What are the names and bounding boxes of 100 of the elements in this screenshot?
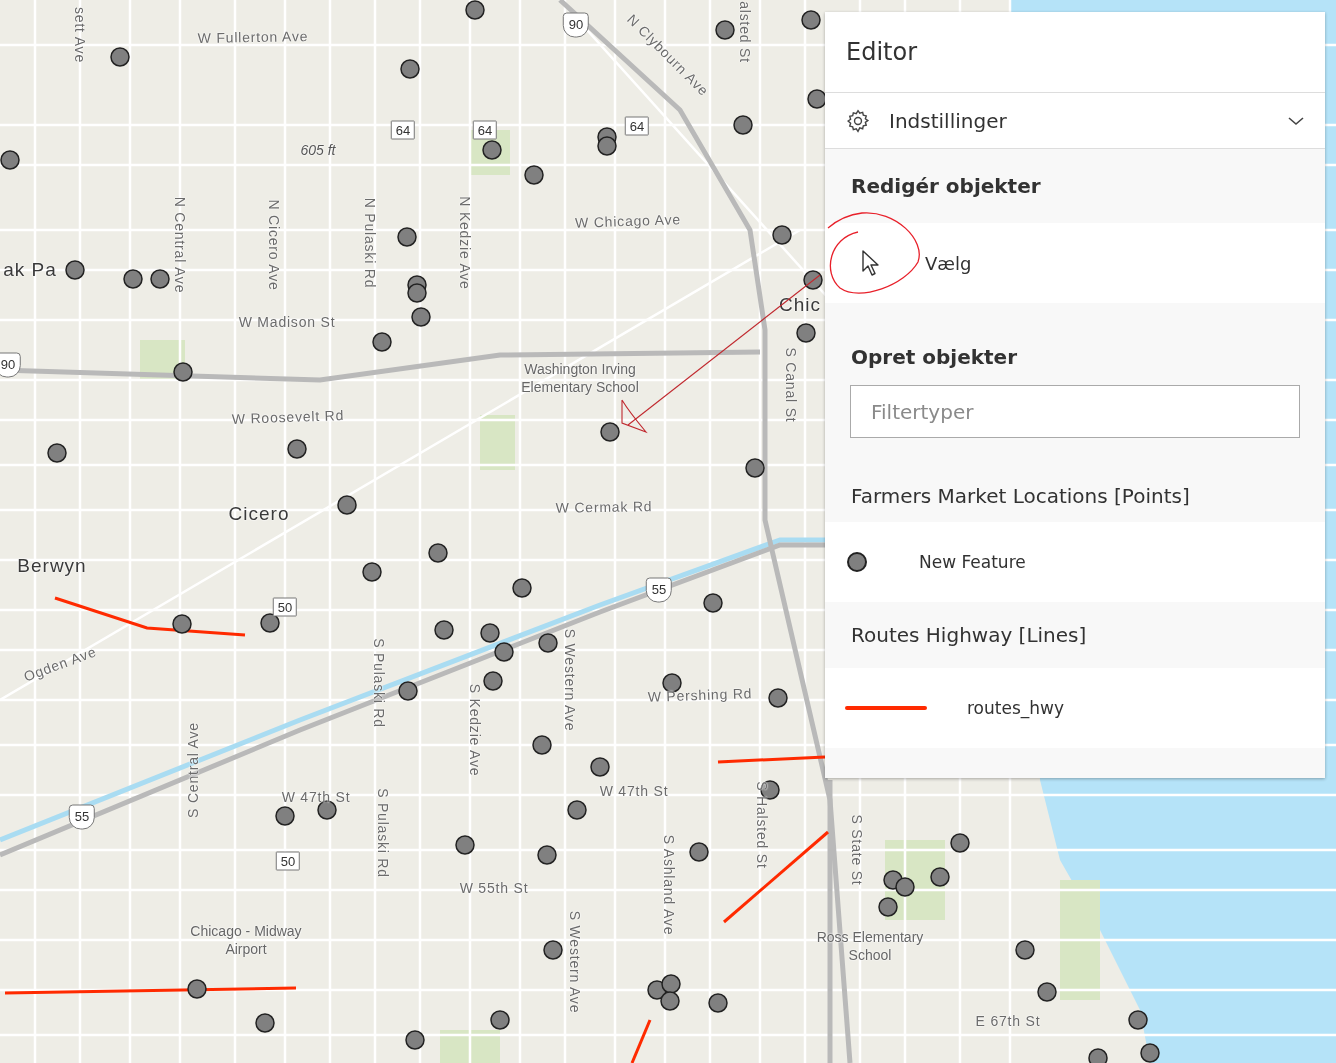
- map-point[interactable]: [47, 443, 67, 463]
- street-label: S Western Ave: [567, 910, 583, 1014]
- map-point[interactable]: [172, 614, 192, 634]
- map-point[interactable]: [801, 10, 821, 30]
- street-label: S Canal St: [783, 347, 799, 423]
- map-point[interactable]: [362, 562, 382, 582]
- map-point[interactable]: [745, 458, 765, 478]
- map-point[interactable]: [255, 1013, 275, 1033]
- map-point[interactable]: [600, 422, 620, 442]
- panel-title: Editor: [846, 38, 918, 66]
- map-point[interactable]: [768, 688, 788, 708]
- feature-template[interactable]: New Feature: [825, 522, 1325, 602]
- map-point[interactable]: [407, 283, 427, 303]
- map-point[interactable]: [465, 0, 485, 20]
- map-point[interactable]: [187, 979, 207, 999]
- place-label: Cicero: [228, 503, 290, 525]
- map-point[interactable]: [400, 59, 420, 79]
- map-point[interactable]: [483, 671, 503, 691]
- map-point[interactable]: [543, 940, 563, 960]
- feature-template[interactable]: routes_hwy: [825, 668, 1325, 748]
- street-label: Ogden Ave: [21, 643, 99, 685]
- street-label: N Kedzie Ave: [457, 196, 473, 290]
- map-point[interactable]: [494, 642, 514, 662]
- landmark-label: Chicago - Midway Airport: [189, 921, 303, 959]
- map-point[interactable]: [538, 633, 558, 653]
- map-point[interactable]: [150, 269, 170, 289]
- map-point[interactable]: [895, 877, 915, 897]
- map-point[interactable]: [715, 20, 735, 40]
- map-point[interactable]: [532, 735, 552, 755]
- map-point[interactable]: [317, 800, 337, 820]
- section-heading: Opret objekter: [851, 345, 1018, 369]
- map-point[interactable]: [123, 269, 143, 289]
- line-symbol-icon: [845, 706, 927, 710]
- street-label: N Central Ave: [172, 196, 188, 294]
- map-point[interactable]: [1088, 1048, 1108, 1063]
- map-point[interactable]: [660, 991, 680, 1011]
- map-point[interactable]: [930, 867, 950, 887]
- map-point[interactable]: [796, 323, 816, 343]
- map-point[interactable]: [480, 623, 500, 643]
- street-label: W Madison St: [238, 314, 336, 330]
- map-point[interactable]: [772, 225, 792, 245]
- map-point[interactable]: [260, 613, 280, 633]
- map-point[interactable]: [733, 115, 753, 135]
- highway-shield: 50: [275, 851, 301, 871]
- map-point[interactable]: [482, 140, 502, 160]
- map-point[interactable]: [597, 136, 617, 156]
- map-point[interactable]: [0, 150, 20, 170]
- street-label: W Chicago Ave: [574, 211, 682, 231]
- map-point[interactable]: [703, 593, 723, 613]
- street-label: N Pulaski Rd: [362, 197, 378, 289]
- map-point[interactable]: [398, 681, 418, 701]
- street-label: alsted St: [737, 1, 753, 63]
- map-point[interactable]: [512, 578, 532, 598]
- map-point[interactable]: [65, 260, 85, 280]
- map-point[interactable]: [411, 307, 431, 327]
- highway-shield: 64: [472, 120, 498, 140]
- map-point[interactable]: [173, 362, 193, 382]
- map-point[interactable]: [405, 1030, 425, 1050]
- filter-field[interactable]: Filtertyper: [850, 385, 1300, 438]
- map-point[interactable]: [275, 806, 295, 826]
- place-label: ak Pa: [3, 259, 57, 281]
- street-label: E 67th St: [975, 1013, 1041, 1029]
- layer-name: Farmers Market Locations [Points]: [851, 484, 1190, 508]
- street-label: N Cicero Ave: [266, 199, 282, 291]
- map-point[interactable]: [1140, 1043, 1160, 1063]
- elevation-label: 605 ft: [300, 142, 336, 158]
- map-point[interactable]: [708, 993, 728, 1013]
- place-label: Berwyn: [17, 555, 87, 577]
- map-point[interactable]: [455, 835, 475, 855]
- map-point[interactable]: [950, 833, 970, 853]
- street-label: W Roosevelt Rd: [231, 407, 345, 427]
- map-point[interactable]: [372, 332, 392, 352]
- landmark-label: Washington Irving Elementary School: [520, 359, 640, 397]
- map-point[interactable]: [524, 165, 544, 185]
- map-point[interactable]: [337, 495, 357, 515]
- point-symbol-icon: [847, 552, 867, 572]
- park-area: [440, 1030, 500, 1063]
- section-heading: Redigér objekter: [851, 174, 1041, 198]
- map-point[interactable]: [1015, 940, 1035, 960]
- map-point[interactable]: [1037, 982, 1057, 1002]
- map-point[interactable]: [110, 47, 130, 67]
- map-point[interactable]: [878, 897, 898, 917]
- chevron-icon: [1287, 114, 1305, 127]
- map-point[interactable]: [1128, 1010, 1148, 1030]
- map-point[interactable]: [590, 757, 610, 777]
- map-point[interactable]: [567, 800, 587, 820]
- highway-shield: 90: [0, 352, 22, 378]
- map-point[interactable]: [490, 1010, 510, 1030]
- select-tool[interactable]: Vælg: [825, 223, 1325, 303]
- settings-toggle[interactable]: Indstillinger: [825, 93, 1325, 149]
- map-point[interactable]: [689, 842, 709, 862]
- map-point[interactable]: [397, 227, 417, 247]
- map-point[interactable]: [537, 845, 557, 865]
- map-point[interactable]: [434, 620, 454, 640]
- street-label: S Kedzie Ave: [467, 683, 483, 777]
- place-label: Chic: [779, 294, 821, 316]
- map-point[interactable]: [803, 270, 823, 290]
- street-label: S Central Ave: [185, 722, 201, 818]
- map-point[interactable]: [428, 543, 448, 563]
- map-point[interactable]: [287, 439, 307, 459]
